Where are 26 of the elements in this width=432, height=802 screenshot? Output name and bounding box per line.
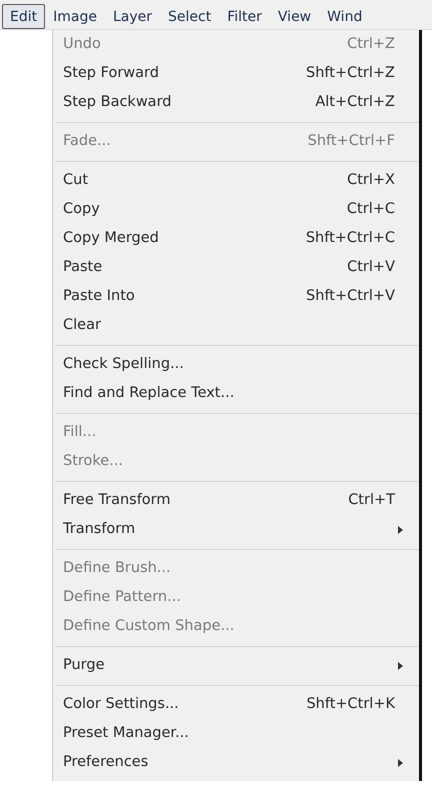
menu-item[interactable]: Free Transform Ctrl+T [53,486,419,515]
menu-bar-item[interactable]: Select [160,4,220,29]
submenu-arrow-icon [398,758,403,766]
menu-item[interactable]: Purge [53,651,419,680]
menu-bar-item[interactable]: Wind [319,4,370,29]
menu-item[interactable]: Step Forward Shft+Ctrl+Z [53,59,419,88]
menu-item[interactable]: Transform [53,515,419,544]
menu-item[interactable]: Preferences [53,748,419,777]
menu-item[interactable]: Cut Ctrl+X [53,166,419,195]
menu-bar-item[interactable]: Edit [2,4,46,29]
menu-item[interactable]: Color Settings... Shft+Ctrl+K [53,690,419,719]
menu-item[interactable]: Copy Merged Shft+Ctrl+C [53,224,419,253]
menu-bar-item[interactable]: Image [45,4,105,29]
menu-bar-item[interactable]: Filter [219,4,270,29]
menu-item[interactable]: Paste Into Shft+Ctrl+V [53,282,419,311]
submenu-arrow-icon [398,526,403,534]
menu-item[interactable]: Step Backward Alt+Ctrl+Z [53,88,419,117]
menu-item[interactable]: Clear [53,311,419,340]
menu-item[interactable]: Paste Ctrl+V [53,253,419,282]
menu-item[interactable]: Copy Ctrl+C [53,195,419,224]
menu-item[interactable]: Find and Replace Text... [53,379,419,408]
menu-item[interactable]: Preset Manager... [53,719,419,748]
menu-bar-item[interactable]: Layer [104,4,160,29]
menu-bar-item[interactable]: View [270,4,320,29]
submenu-arrow-icon [398,662,403,670]
menu-item[interactable]: Check Spelling... [53,350,419,379]
